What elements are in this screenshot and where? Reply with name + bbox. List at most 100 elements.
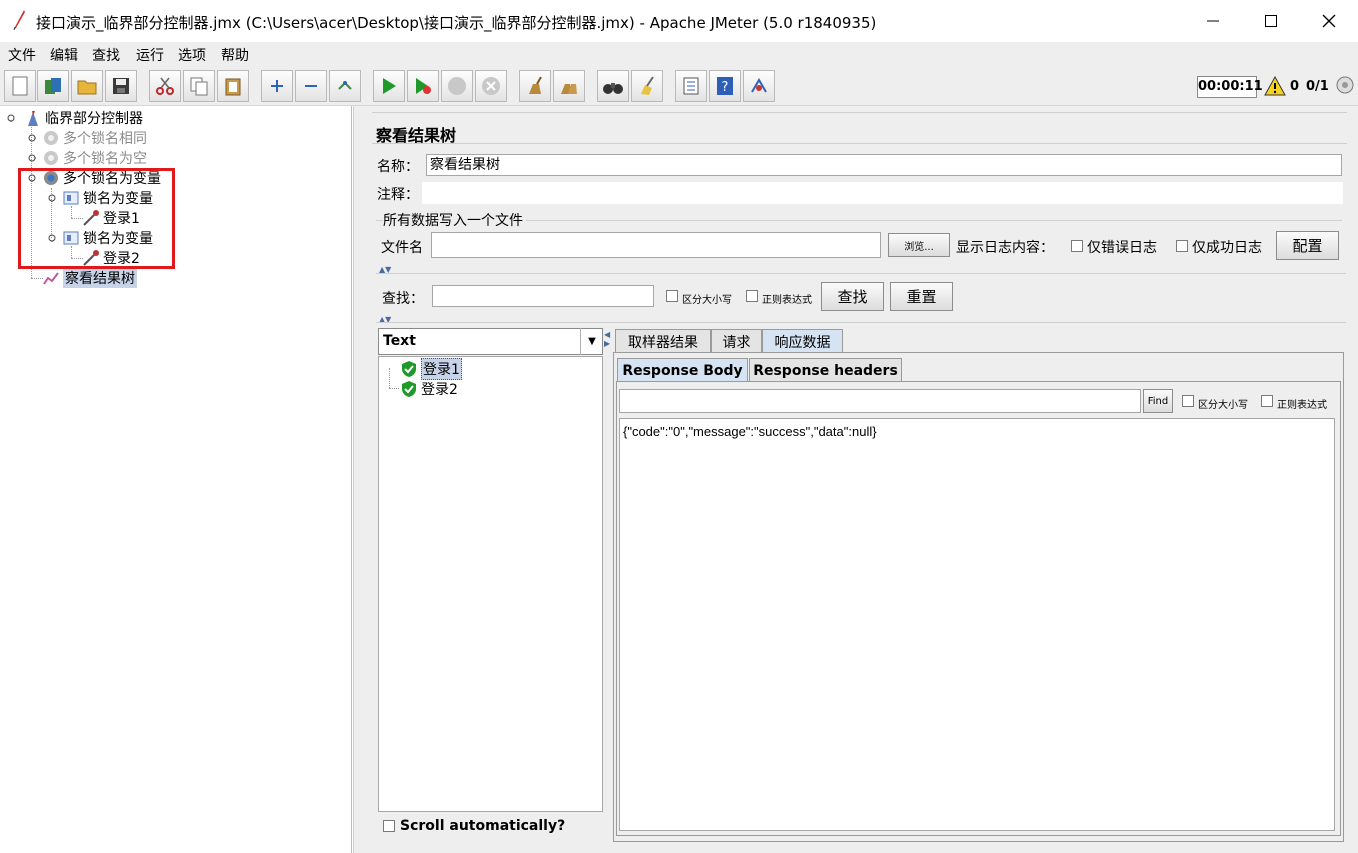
menu-edit[interactable]: 编辑: [50, 45, 78, 65]
tab-request[interactable]: 请求: [711, 329, 762, 353]
copy-icon: [190, 77, 208, 96]
tab-sampler-result[interactable]: 取样器结果: [615, 329, 711, 353]
tree-node-label: 多个锁名相同: [63, 131, 147, 147]
clear-all-button[interactable]: [553, 70, 585, 102]
toggle-button[interactable]: [329, 70, 361, 102]
sample-label: 登录1: [421, 358, 462, 380]
filename-input[interactable]: [431, 232, 881, 258]
tree-node-label: 察看结果树: [63, 268, 137, 288]
split-arrows-icon[interactable]: ◀ ▶: [604, 330, 610, 348]
chevron-down-icon[interactable]: ▼: [580, 328, 603, 355]
name-input[interactable]: 察看结果树: [426, 154, 1342, 176]
tree-node-test-plan[interactable]: 临界部分控制器: [24, 108, 143, 128]
paste-button[interactable]: [217, 70, 249, 102]
response-case-sensitive-checkbox[interactable]: [1182, 395, 1194, 407]
pane-splitter[interactable]: [353, 106, 363, 853]
filename-label: 文件名: [381, 240, 423, 256]
search-label: 查找：: [382, 291, 424, 307]
sample-login-2[interactable]: 登录2: [400, 379, 458, 399]
play-icon: [383, 78, 396, 94]
toolbar: ? 00:00:11 0 0/1: [0, 66, 1358, 106]
browse-button[interactable]: 浏览...: [888, 233, 950, 257]
active-threads: 0/1: [1306, 79, 1329, 94]
success-shield-icon: [402, 381, 416, 397]
start-button[interactable]: [373, 70, 405, 102]
help-button[interactable]: ?: [709, 70, 741, 102]
comment-input[interactable]: [422, 182, 1343, 204]
copy-button[interactable]: [183, 70, 215, 102]
menu-run[interactable]: 运行: [136, 45, 164, 65]
menu-file[interactable]: 文件: [8, 45, 36, 65]
success-only-checkbox[interactable]: [1176, 240, 1188, 252]
maximize-icon: [1265, 15, 1277, 27]
scissors-icon: [156, 77, 174, 95]
tree-node-same-lock[interactable]: 多个锁名相同: [42, 128, 147, 148]
log-display-label: 显示日志内容：: [956, 240, 1054, 256]
start-no-pauses-button[interactable]: [407, 70, 439, 102]
red-highlight-annotation: [18, 168, 175, 269]
shutdown-button[interactable]: [475, 70, 507, 102]
function-helper-button[interactable]: [675, 70, 707, 102]
tree-node-view-results[interactable]: 察看结果树: [42, 268, 137, 288]
expand-handle[interactable]: [28, 154, 36, 162]
status-globe-icon: [1336, 76, 1354, 94]
menu-bar: 文件 编辑 查找 运行 选项 帮助: [0, 42, 1358, 66]
test-plan-icon: [28, 111, 38, 126]
scroll-automatically-label: Scroll automatically?: [400, 818, 566, 834]
broom-double-icon: [561, 84, 577, 94]
menu-search[interactable]: 查找: [92, 45, 120, 65]
sample-label: 登录2: [421, 382, 458, 398]
clear-button[interactable]: [519, 70, 551, 102]
regex-checkbox[interactable]: [746, 290, 758, 302]
find-text-button[interactable]: 查找: [821, 282, 884, 311]
play-no-pause-icon: [416, 78, 431, 94]
response-regex-checkbox[interactable]: [1261, 395, 1273, 407]
plus-icon: [271, 80, 283, 92]
expand-handle[interactable]: [28, 134, 36, 142]
open-button[interactable]: [71, 70, 103, 102]
scroll-automatically-checkbox[interactable]: [383, 820, 395, 832]
tab-response-body[interactable]: Response Body: [617, 358, 748, 382]
write-to-file-title: 所有数据写入一个文件: [383, 210, 526, 230]
tab-response-headers[interactable]: Response headers: [749, 358, 902, 382]
response-regex-label: 正则表达式: [1277, 400, 1327, 411]
title-bar: 接口演示_临界部分控制器.jmx (C:\Users\acer\Desktop\…: [0, 0, 1358, 42]
save-button[interactable]: [105, 70, 137, 102]
gear-icon: [44, 131, 58, 145]
remote-icon: [751, 78, 767, 93]
expand-button[interactable]: [261, 70, 293, 102]
response-search-input[interactable]: [619, 389, 1141, 413]
menu-options[interactable]: 选项: [178, 45, 206, 65]
divider: [376, 322, 1346, 323]
find-button[interactable]: [597, 70, 629, 102]
case-sensitive-checkbox[interactable]: [666, 290, 678, 302]
close-icon: [1322, 14, 1336, 28]
configure-button[interactable]: 配置: [1276, 231, 1339, 260]
paste-icon: [225, 78, 241, 96]
remote-button[interactable]: [743, 70, 775, 102]
clear-search-button[interactable]: [631, 70, 663, 102]
comment-label: 注释：: [377, 187, 419, 203]
broom-icon: [529, 76, 542, 94]
cut-button[interactable]: [149, 70, 181, 102]
response-find-button[interactable]: Find: [1143, 389, 1173, 413]
maximize-button[interactable]: [1242, 0, 1300, 42]
search-input[interactable]: [432, 285, 654, 307]
tab-response-data[interactable]: 响应数据: [762, 329, 843, 353]
stop-icon: [448, 77, 466, 95]
expand-handle[interactable]: [7, 114, 15, 122]
new-button[interactable]: [4, 70, 36, 102]
minimize-button[interactable]: [1184, 0, 1242, 42]
templates-button[interactable]: [37, 70, 69, 102]
renderer-select[interactable]: Text: [378, 328, 603, 355]
stop-button[interactable]: [441, 70, 473, 102]
close-button[interactable]: [1300, 0, 1358, 42]
reset-button[interactable]: 重置: [890, 282, 953, 311]
errors-only-checkbox[interactable]: [1071, 240, 1083, 252]
collapse-button[interactable]: [295, 70, 327, 102]
menu-help[interactable]: 帮助: [221, 45, 249, 65]
sample-login-1[interactable]: 登录1: [400, 358, 462, 380]
tree-node-empty-lock[interactable]: 多个锁名为空: [42, 148, 147, 168]
warning-icon[interactable]: [1264, 76, 1286, 96]
response-body-text[interactable]: {"code":"0","message":"success","data":n…: [619, 418, 1335, 831]
